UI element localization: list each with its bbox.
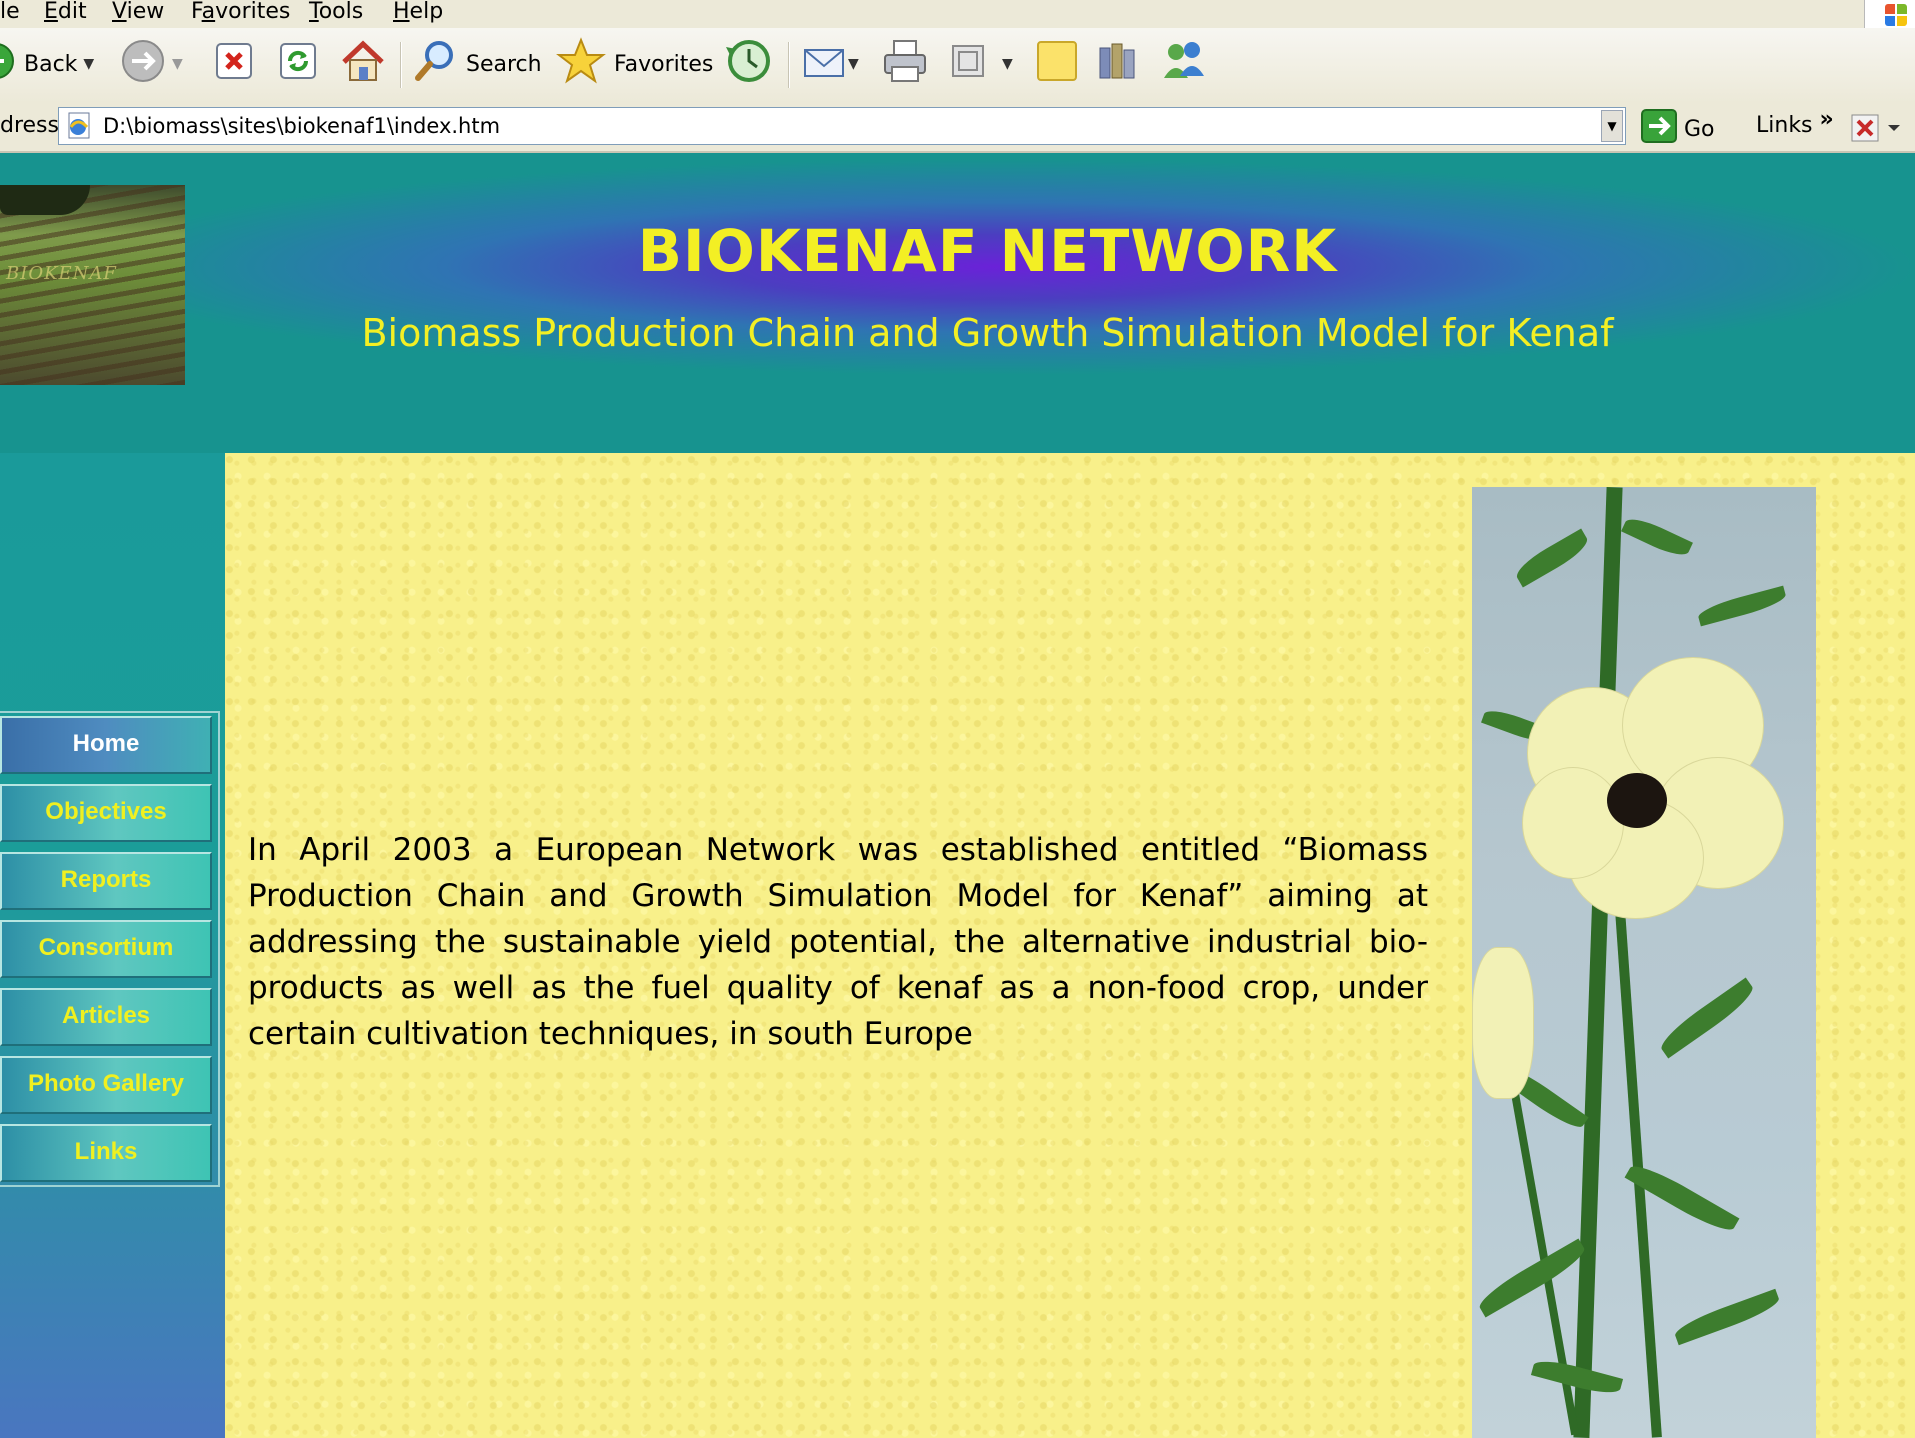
nav-photo-gallery[interactable]: Photo Gallery <box>0 1056 212 1114</box>
address-input[interactable]: D:\biomass\sites\biokenaf1\index.htm ▼ <box>58 107 1626 145</box>
address-url: D:\biomass\sites\biokenaf1\index.htm <box>103 114 501 138</box>
edit-button[interactable]: ▼ <box>950 40 1013 88</box>
toolbar-separator <box>788 42 790 88</box>
back-label: Back <box>24 51 78 77</box>
site-title: BIOKENAF NETWORK <box>637 217 1338 285</box>
menu-view[interactable]: View <box>112 0 164 26</box>
research-button[interactable] <box>1094 40 1140 88</box>
web-page: BIOKENAF BIOKENAF NETWORK Biomass Produc… <box>0 153 1915 1438</box>
menu-edit[interactable]: Edit <box>44 0 87 26</box>
kenaf-field-photo: BIOKENAF <box>0 185 185 385</box>
site-banner: BIOKENAF BIOKENAF NETWORK Biomass Produc… <box>0 153 1915 453</box>
stop-button[interactable] <box>214 40 254 88</box>
sidebar: Home Objectives Reports Consortium Artic… <box>0 453 225 1438</box>
messenger-icon <box>1160 38 1208 90</box>
menu-bar: le Edit View Favorites Tools Help <box>0 0 1915 32</box>
stop-icon <box>214 41 254 87</box>
printer-icon <box>880 37 930 91</box>
toolbar-separator <box>400 42 402 88</box>
nav-links[interactable]: Links <box>0 1124 212 1182</box>
search-label: Search <box>466 51 542 77</box>
address-label: dress <box>0 113 59 138</box>
flower-center <box>1607 773 1667 828</box>
history-icon <box>724 37 774 91</box>
home-icon <box>340 38 386 90</box>
go-arrow-icon <box>1640 108 1678 150</box>
links-toolbar-button[interactable]: Links » <box>1756 107 1834 138</box>
search-icon <box>412 38 458 90</box>
nav-reports[interactable]: Reports <box>0 852 212 910</box>
menu-favorites[interactable]: Favorites <box>191 0 290 26</box>
favorites-button[interactable]: Favorites <box>556 37 714 91</box>
address-dropdown-icon[interactable]: ▼ <box>1601 110 1623 142</box>
edit-page-icon <box>950 43 986 85</box>
star-icon <box>556 37 606 91</box>
page-icon <box>65 112 95 146</box>
links-label: Links <box>1756 113 1813 138</box>
extension-icon[interactable] <box>1850 111 1902 151</box>
home-button[interactable] <box>340 40 386 88</box>
intro-paragraph: In April 2003 a European Network was est… <box>248 832 1428 1052</box>
nav-objectives[interactable]: Objectives <box>0 784 212 842</box>
mail-dropdown-icon[interactable]: ▼ <box>848 56 859 72</box>
history-button[interactable] <box>724 40 774 88</box>
go-button[interactable]: Go <box>1640 108 1715 150</box>
mail-icon <box>802 40 848 88</box>
menu-help[interactable]: Help <box>393 0 443 26</box>
messenger-button[interactable] <box>1160 40 1208 88</box>
refresh-button[interactable] <box>278 40 318 88</box>
forward-dropdown-icon[interactable]: ▼ <box>172 56 183 72</box>
back-button[interactable]: Back ▼ <box>0 40 94 88</box>
main-content: In April 2003 a European Network was est… <box>225 453 1915 1438</box>
back-arrow-icon <box>0 42 16 86</box>
browser-toolbar: Back ▼ ▼ Search Favorites ▼ ▼ <box>0 28 1915 104</box>
nav-consortium[interactable]: Consortium <box>0 920 212 978</box>
note-icon <box>1034 38 1080 90</box>
menu-file[interactable]: le <box>0 0 20 26</box>
favorites-label: Favorites <box>614 51 714 77</box>
mail-button[interactable]: ▼ <box>802 40 859 88</box>
address-bar: dress D:\biomass\sites\biokenaf1\index.h… <box>0 103 1915 153</box>
links-chevron: » <box>1819 107 1834 132</box>
notes-button[interactable] <box>1034 40 1080 88</box>
kenaf-flower-photo <box>1472 487 1816 1438</box>
back-dropdown-icon[interactable]: ▼ <box>83 56 94 72</box>
search-button[interactable]: Search <box>412 40 542 88</box>
nav-menu: Home Objectives Reports Consortium Artic… <box>0 711 220 1187</box>
forward-button[interactable]: ▼ <box>120 40 183 88</box>
print-button[interactable] <box>880 40 930 88</box>
go-label: Go <box>1684 116 1715 142</box>
menu-tools[interactable]: Tools <box>309 0 363 26</box>
edit-dropdown-icon[interactable]: ▼ <box>1002 56 1013 72</box>
refresh-icon <box>278 41 318 87</box>
site-subtitle: Biomass Production Chain and Growth Simu… <box>361 311 1614 355</box>
forward-arrow-icon <box>120 38 166 90</box>
research-icon <box>1094 38 1140 90</box>
nav-home[interactable]: Home <box>0 716 212 774</box>
nav-articles[interactable]: Articles <box>0 988 212 1046</box>
